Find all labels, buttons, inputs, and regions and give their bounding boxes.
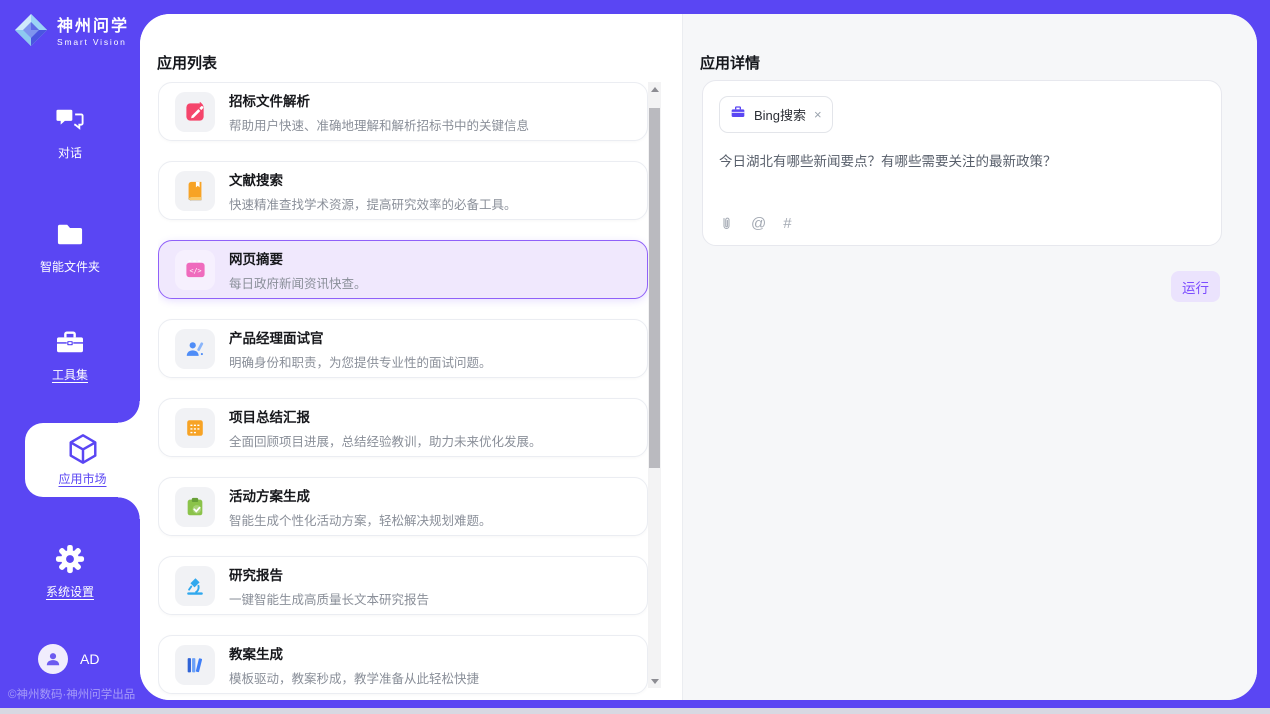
app-description: 帮助用户快速、准确地理解和解析招标书中的关键信息 [229, 115, 529, 134]
tool-tag-bing-search[interactable]: Bing搜索 × [719, 96, 833, 133]
app-name: 活动方案生成 [229, 485, 492, 505]
sidebar-item-settings[interactable]: 系统设置 [0, 543, 140, 600]
edit-doc-icon [175, 92, 215, 132]
briefcase-icon [730, 104, 746, 125]
interviewer-icon [175, 329, 215, 369]
hash-icon[interactable]: # [783, 215, 791, 232]
user-name: AD [80, 651, 99, 667]
app-description: 明确身份和职责，为您提供专业性的面试问题。 [229, 352, 492, 371]
app-name: 产品经理面试官 [229, 327, 492, 347]
tool-tag-label: Bing搜索 [754, 105, 806, 124]
at-icon[interactable]: @ [751, 215, 766, 232]
window-bottom-edge [0, 708, 1270, 714]
app-name: 项目总结汇报 [229, 406, 542, 426]
sidebar-item-label: 工具集 [52, 366, 88, 383]
copyright-text: ©神州数码·神州问学出品 [8, 686, 135, 702]
gear-icon [55, 543, 85, 575]
app-list-item[interactable]: 研究报告 一键智能生成高质量长文本研究报告 [158, 556, 648, 615]
sidebar: 神州问学 Smart Vision 对话 智能文件夹 工具集 应用市场 系统设置… [0, 0, 140, 714]
scrollbar[interactable] [648, 82, 661, 688]
summary-icon [175, 408, 215, 448]
scroll-down-icon[interactable] [648, 674, 661, 688]
scrollbar-thumb[interactable] [649, 108, 660, 468]
scroll-up-icon[interactable] [648, 82, 661, 96]
diamond-logo-icon [13, 12, 49, 53]
app-name: 招标文件解析 [229, 90, 529, 110]
brand-logo: 神州问学 Smart Vision [13, 12, 129, 53]
app-list-item[interactable]: 项目总结汇报 全面回顾项目进展，总结经验教训，助力未来优化发展。 [158, 398, 648, 457]
attach-toolbar: @ # [719, 215, 792, 232]
app-detail-panel: 应用详情 Bing搜索 × 今日湖北有哪些新闻要点？有哪些需要关注的最新政策？ [683, 14, 1257, 700]
avatar[interactable] [38, 644, 68, 674]
clipboard-icon [175, 487, 215, 527]
app-list-item[interactable]: 招标文件解析 帮助用户快速、准确地理解和解析招标书中的关键信息 [158, 82, 648, 141]
svg-text:</>: </> [189, 267, 201, 275]
app-list-item[interactable]: 活动方案生成 智能生成个性化活动方案，轻松解决规划难题。 [158, 477, 648, 536]
app-list-title: 应用列表 [157, 52, 217, 73]
user-account[interactable]: AD [0, 644, 140, 674]
app-name: 文献搜索 [229, 169, 517, 189]
app-description: 一键智能生成高质量长文本研究报告 [229, 589, 429, 608]
app-name: 研究报告 [229, 564, 429, 584]
app-list-item[interactable]: </> 网页摘要 每日政府新闻资讯快查。 [158, 240, 648, 299]
sidebar-item-app-market[interactable]: 应用市场 [25, 423, 140, 497]
close-icon[interactable]: × [814, 108, 822, 121]
question-input[interactable]: 今日湖北有哪些新闻要点？有哪些需要关注的最新政策？ [719, 150, 1205, 170]
brand-name: 神州问学 [57, 18, 129, 36]
app-list-item[interactable]: 教案生成 模板驱动，教案秒成，教学准备从此轻松快捷 [158, 635, 648, 694]
cube-icon [66, 433, 100, 465]
microscope-icon [175, 566, 215, 606]
sidebar-item-smart-folder[interactable]: 智能文件夹 [0, 218, 140, 275]
app-list: 招标文件解析 帮助用户快速、准确地理解和解析招标书中的关键信息 文献搜索 快速精… [158, 82, 648, 700]
app-description: 快速精准查找学术资源，提高研究效率的必备工具。 [229, 194, 517, 213]
app-list-item[interactable]: 文献搜索 快速精准查找学术资源，提高研究效率的必备工具。 [158, 161, 648, 220]
paperclip-icon[interactable] [719, 215, 734, 232]
app-list-panel: 应用列表 招标文件解析 帮助用户快速、准确地理解和解析招标书中的关键信息 文献搜… [140, 14, 683, 700]
book-icon [175, 171, 215, 211]
chat-icon [55, 104, 85, 136]
sidebar-item-chat[interactable]: 对话 [0, 104, 140, 161]
webpage-icon: </> [175, 250, 215, 290]
run-button[interactable]: 运行 [1171, 271, 1220, 302]
question-card: Bing搜索 × 今日湖北有哪些新闻要点？有哪些需要关注的最新政策？ @ # [702, 80, 1222, 246]
app-list-item[interactable]: 产品经理面试官 明确身份和职责，为您提供专业性的面试问题。 [158, 319, 648, 378]
sidebar-item-label: 应用市场 [58, 470, 106, 487]
sidebar-item-toolset[interactable]: 工具集 [0, 326, 140, 383]
toolbox-icon [55, 326, 85, 358]
app-description: 智能生成个性化活动方案，轻松解决规划难题。 [229, 510, 492, 529]
app-description: 全面回顾项目进展，总结经验教训，助力未来优化发展。 [229, 431, 542, 450]
app-detail-title: 应用详情 [700, 52, 760, 73]
folder-icon [55, 218, 85, 250]
app-name: 教案生成 [229, 643, 479, 663]
main-container: 应用列表 招标文件解析 帮助用户快速、准确地理解和解析招标书中的关键信息 文献搜… [140, 14, 1257, 700]
app-description: 每日政府新闻资讯快查。 [229, 273, 367, 292]
books-icon [175, 645, 215, 685]
sidebar-item-label: 对话 [58, 144, 82, 161]
brand-subtitle: Smart Vision [57, 38, 129, 47]
sidebar-item-label: 系统设置 [46, 583, 94, 600]
sidebar-item-label: 智能文件夹 [40, 258, 100, 275]
app-description: 模板驱动，教案秒成，教学准备从此轻松快捷 [229, 668, 479, 687]
app-name: 网页摘要 [229, 248, 367, 268]
